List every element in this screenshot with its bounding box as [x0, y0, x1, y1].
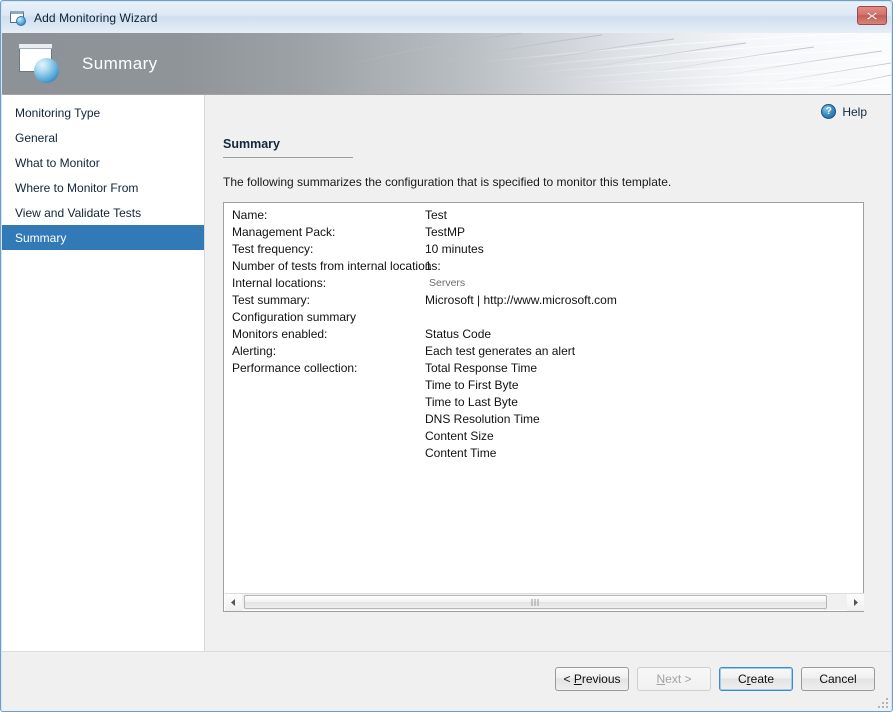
- summary-row: Number of tests from internal locations:…: [224, 259, 863, 276]
- summary-row: Time to First Byte: [224, 378, 863, 395]
- summary-row-value: Servers: [429, 277, 466, 289]
- sidebar-item-view-and-validate-tests[interactable]: View and Validate Tests: [2, 200, 204, 225]
- scroll-left-arrow-icon[interactable]: [225, 593, 242, 611]
- summary-row-value: Content Time: [425, 446, 497, 460]
- summary-row-value: Test: [425, 208, 448, 222]
- sidebar-item-label: Summary: [15, 230, 67, 245]
- summary-row-value: 1: [425, 259, 432, 273]
- sidebar-item-where-to-monitor-from[interactable]: Where to Monitor From: [2, 175, 204, 200]
- summary-row-value: Each test generates an alert: [425, 344, 576, 358]
- help-label: Help: [842, 104, 867, 119]
- summary-row: Time to Last Byte: [224, 395, 863, 412]
- summary-details-box: Name: Test Management Pack: TestMP Test freq…: [223, 202, 864, 612]
- cancel-button[interactable]: Cancel: [801, 667, 875, 691]
- summary-row-value: Status Code: [425, 327, 492, 341]
- scrollbar-thumb[interactable]: [244, 594, 827, 609]
- summary-row: Name: Test: [224, 208, 863, 225]
- summary-row-label: Performance collection:: [232, 361, 358, 375]
- sidebar-item-what-to-monitor[interactable]: What to Monitor: [2, 150, 204, 175]
- summary-row-value: Total Response Time: [425, 361, 538, 375]
- summary-row-label: Name:: [232, 208, 268, 222]
- window-title: Add Monitoring Wizard: [34, 10, 158, 25]
- summary-row-list: Name: Test Management Pack: TestMP Test freq…: [224, 208, 863, 463]
- wizard-page-sphere-icon: [19, 44, 63, 84]
- banner-title: Summary: [82, 54, 158, 73]
- wizard-content-panel: ? Help Summary The following summarizes …: [206, 95, 891, 651]
- scroll-right-arrow-icon[interactable]: [847, 593, 864, 611]
- summary-row-label: Alerting:: [232, 344, 277, 358]
- button-label: Create: [737, 672, 775, 686]
- scrollbar-grip-icon: [531, 598, 540, 606]
- summary-row-value: Content Size: [425, 429, 494, 443]
- title-bar: Add Monitoring Wizard: [2, 2, 891, 33]
- intro-text: The following summarizes the configurati…: [223, 175, 672, 189]
- button-label: Next >: [656, 672, 692, 686]
- sidebar-item-label: Where to Monitor From: [15, 180, 139, 195]
- wizard-step-sidebar: Monitoring Type General What to Monitor Whe…: [2, 95, 205, 651]
- wizard-button-row: < Previous Next > Create Cancel: [555, 667, 875, 691]
- summary-row: Internal locations: Servers: [224, 276, 863, 293]
- summary-row-label: Test frequency:: [232, 242, 314, 256]
- summary-row: Content Size: [224, 429, 863, 446]
- summary-row-label: Internal locations:: [232, 276, 327, 290]
- close-button[interactable]: [857, 6, 887, 25]
- summary-row: Test summary: Microsoft | http://www.micr…: [224, 293, 863, 310]
- sidebar-item-monitoring-type[interactable]: Monitoring Type: [2, 100, 204, 125]
- summary-row-value: 10 minutes: [425, 242, 484, 256]
- wizard-body: Monitoring Type General What to Monitor Whe…: [2, 94, 891, 651]
- summary-row: Management Pack: TestMP: [224, 225, 863, 242]
- help-link[interactable]: ? Help: [821, 104, 867, 119]
- summary-row: Configuration summary: [224, 310, 863, 327]
- close-icon: [866, 11, 878, 20]
- page-title: Summary: [223, 137, 280, 151]
- summary-row-label: Management Pack:: [232, 225, 336, 239]
- summary-row-label: Test summary:: [232, 293, 311, 307]
- summary-row-value: Time to First Byte: [425, 378, 519, 392]
- sidebar-item-label: General: [15, 130, 58, 145]
- summary-row: Content Time: [224, 446, 863, 463]
- help-question-icon: ?: [821, 104, 837, 119]
- sidebar-item-summary[interactable]: Summary: [2, 225, 204, 250]
- summary-row: Performance collection: Total Response Ti…: [224, 361, 863, 378]
- next-button: Next >: [637, 667, 711, 691]
- wizard-banner: Summary: [2, 33, 891, 94]
- title-divider: [223, 157, 353, 158]
- horizontal-scrollbar[interactable]: [225, 593, 864, 611]
- summary-row-value: Microsoft | http://www.microsoft.com: [425, 293, 617, 307]
- scrollbar-track[interactable]: [242, 594, 847, 611]
- wizard-window: Add Monitoring Wizard Summary Monitoring…: [0, 0, 893, 712]
- resize-grip-icon[interactable]: [876, 696, 888, 708]
- create-button[interactable]: Create: [719, 667, 793, 691]
- summary-row-value: TestMP: [425, 225, 466, 239]
- summary-row-label: Monitors enabled:: [232, 327, 328, 341]
- sidebar-item-label: What to Monitor: [15, 155, 100, 170]
- sidebar-item-label: Monitoring Type: [15, 105, 101, 120]
- sidebar-item-general[interactable]: General: [2, 125, 204, 150]
- summary-row: DNS Resolution Time: [224, 412, 863, 429]
- button-label: < Previous: [563, 672, 621, 686]
- summary-row-label: Number of tests from internal locations:: [232, 259, 441, 273]
- summary-row-label: Configuration summary: [232, 310, 357, 324]
- summary-row-value: Time to Last Byte: [425, 395, 518, 409]
- button-label: Cancel: [819, 672, 857, 686]
- summary-row: Test frequency: 10 minutes: [224, 242, 863, 259]
- previous-button[interactable]: < Previous: [555, 667, 629, 691]
- summary-row: Alerting: Each test generates an alert: [224, 344, 863, 361]
- wizard-footer: < Previous Next > Create Cancel: [2, 651, 891, 711]
- sidebar-item-label: View and Validate Tests: [15, 205, 142, 220]
- summary-row-value: DNS Resolution Time: [425, 412, 540, 426]
- summary-row: Monitors enabled: Status Code: [224, 327, 863, 344]
- wizard-window-icon: [10, 10, 28, 26]
